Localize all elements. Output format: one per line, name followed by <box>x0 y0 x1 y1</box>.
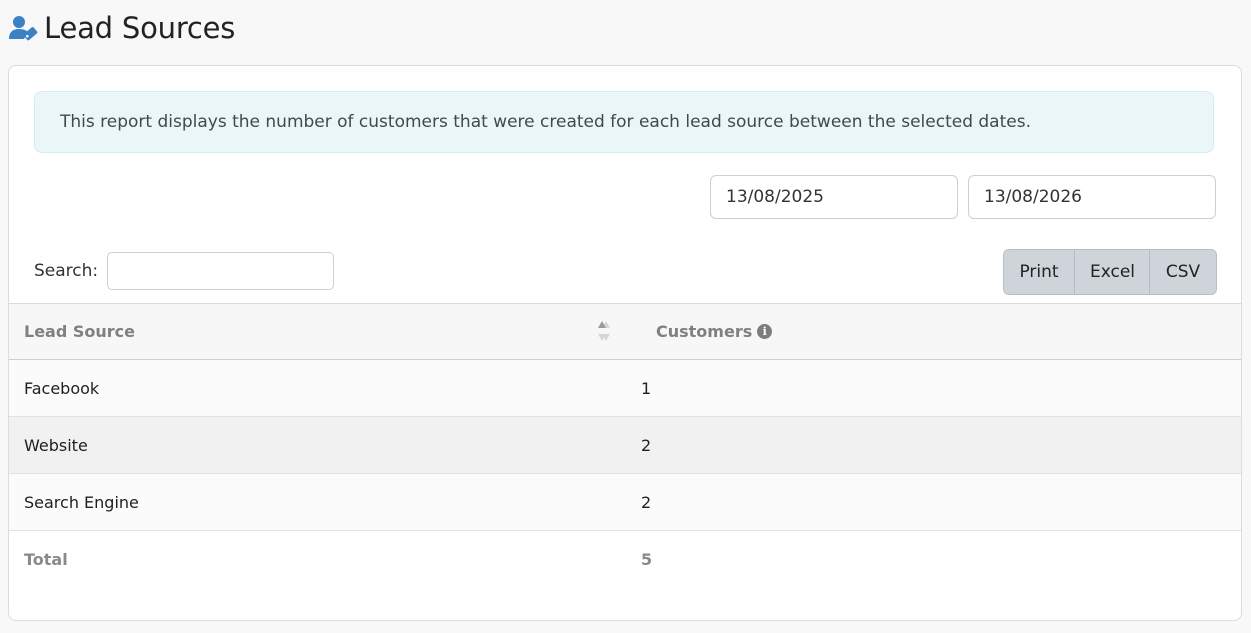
customers-cell: 2 <box>621 416 1241 474</box>
customers-cell: 1 <box>621 359 1241 417</box>
lead-source-cell: Facebook <box>9 359 621 417</box>
page-header: Lead Sources <box>8 8 235 48</box>
table-row: Facebook 1 <box>9 359 1241 417</box>
report-card: This report displays the number of custo… <box>8 65 1242 621</box>
column-header-customers[interactable]: Customers i <box>598 303 1241 360</box>
info-icon[interactable]: i <box>757 324 773 339</box>
column-header-label: Lead Source <box>24 322 135 341</box>
print-button[interactable]: Print <box>1004 250 1075 294</box>
sort-asc-icon <box>597 320 607 342</box>
info-text: This report displays the number of custo… <box>60 112 1031 132</box>
customers-cell: 2 <box>621 473 1241 531</box>
lead-sources-table: Lead Source Customers i Facebook 1 Websi… <box>9 303 1241 587</box>
user-tag-icon <box>8 13 38 43</box>
total-value: 5 <box>621 530 1241 587</box>
search-label: Search: <box>34 261 99 281</box>
date-from-input[interactable] <box>710 175 958 219</box>
search-input[interactable] <box>107 252 335 290</box>
column-header-lead-source[interactable]: Lead Source <box>9 303 621 360</box>
export-button-group: Print Excel CSV <box>1003 249 1217 295</box>
table-row: Website 2 <box>9 416 1241 474</box>
lead-source-cell: Website <box>9 416 621 474</box>
lead-source-cell: Search Engine <box>9 473 621 531</box>
excel-button[interactable]: Excel <box>1075 250 1150 294</box>
page-title: Lead Sources <box>44 11 236 45</box>
column-header-label: Customers <box>656 322 753 341</box>
csv-button[interactable]: CSV <box>1150 250 1216 294</box>
table-row: Search Engine 2 <box>9 473 1241 531</box>
date-to-input[interactable] <box>968 175 1216 219</box>
search-wrap: Search: <box>34 252 335 290</box>
info-alert: This report displays the number of custo… <box>34 91 1214 153</box>
total-row: Total 5 <box>9 530 1241 587</box>
table-header-row: Lead Source Customers i <box>9 303 1241 360</box>
total-label: Total <box>9 530 621 587</box>
